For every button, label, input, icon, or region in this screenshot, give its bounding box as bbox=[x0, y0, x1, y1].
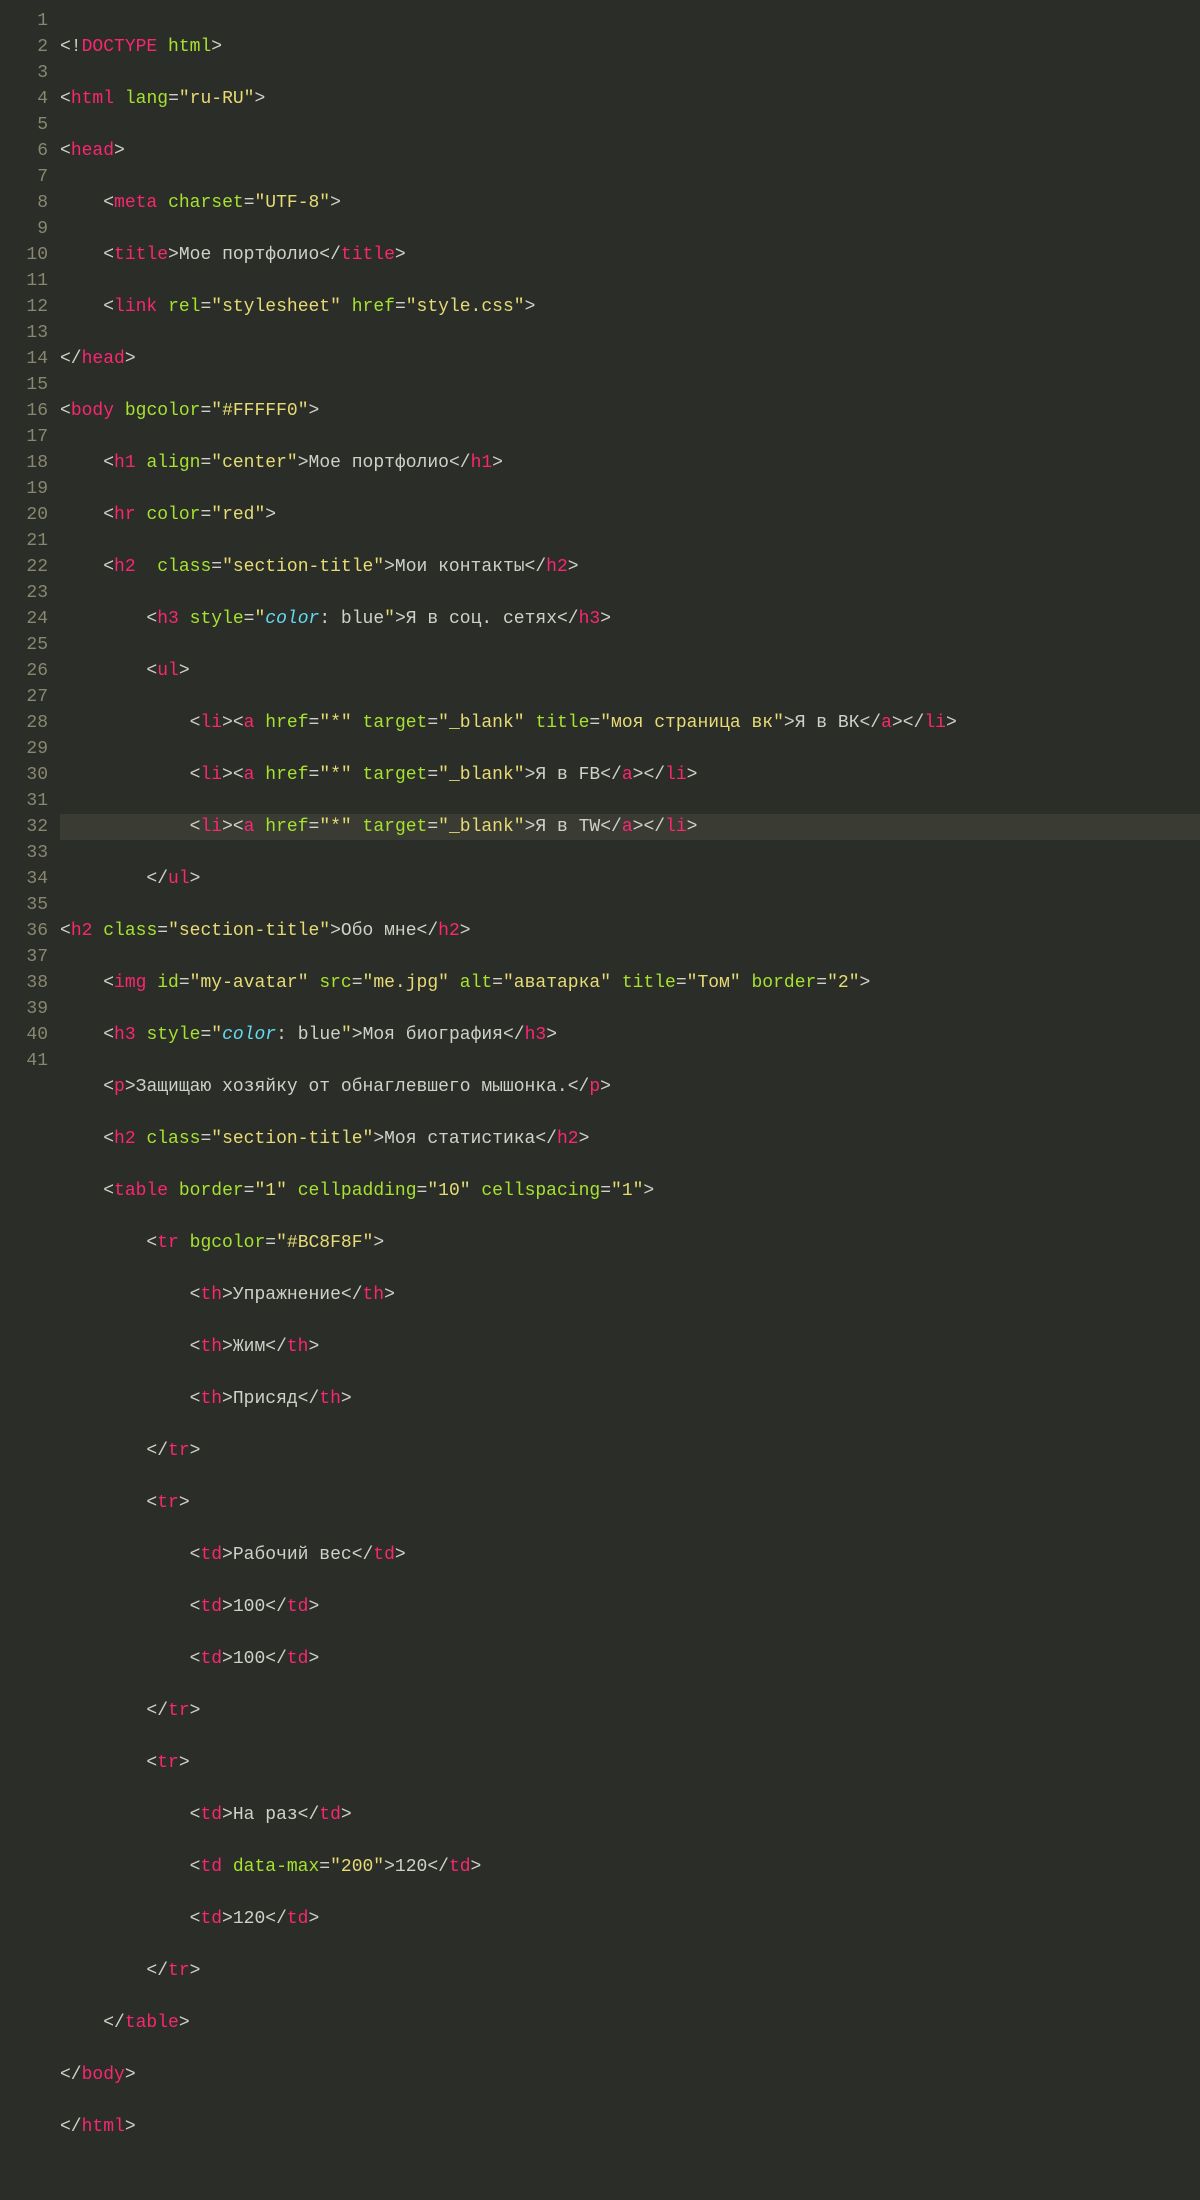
code-line[interactable]: <html lang="ru-RU"> bbox=[60, 86, 1200, 112]
line-number: 24 bbox=[0, 606, 48, 632]
line-number: 14 bbox=[0, 346, 48, 372]
line-number: 25 bbox=[0, 632, 48, 658]
line-number: 35 bbox=[0, 892, 48, 918]
code-line[interactable]: <meta charset="UTF-8"> bbox=[60, 190, 1200, 216]
code-line[interactable]: <li><a href="*" target="_blank">Я в FB</… bbox=[60, 762, 1200, 788]
line-number: 21 bbox=[0, 528, 48, 554]
line-number: 1 bbox=[0, 8, 48, 34]
code-line[interactable]: <tr bgcolor="#BC8F8F"> bbox=[60, 1230, 1200, 1256]
line-number: 38 bbox=[0, 970, 48, 996]
code-line[interactable]: <p>Защищаю хозяйку от обнаглевшего мышон… bbox=[60, 1074, 1200, 1100]
code-line[interactable]: <head> bbox=[60, 138, 1200, 164]
line-number: 6 bbox=[0, 138, 48, 164]
line-number: 22 bbox=[0, 554, 48, 580]
code-line[interactable]: <td>Рабочий вес</td> bbox=[60, 1542, 1200, 1568]
code-area[interactable]: <!DOCTYPE html> <html lang="ru-RU"> <hea… bbox=[56, 0, 1200, 2200]
line-number: 18 bbox=[0, 450, 48, 476]
line-number: 13 bbox=[0, 320, 48, 346]
line-number: 41 bbox=[0, 1048, 48, 1074]
code-line[interactable]: <th>Жим</th> bbox=[60, 1334, 1200, 1360]
code-line[interactable]: <!DOCTYPE html> bbox=[60, 34, 1200, 60]
line-number: 15 bbox=[0, 372, 48, 398]
line-number: 26 bbox=[0, 658, 48, 684]
code-line[interactable]: <table border="1" cellpadding="10" cells… bbox=[60, 1178, 1200, 1204]
code-line[interactable]: <td data-max="200">120</td> bbox=[60, 1854, 1200, 1880]
code-line[interactable]: <ul> bbox=[60, 658, 1200, 684]
line-number: 23 bbox=[0, 580, 48, 606]
line-number: 10 bbox=[0, 242, 48, 268]
code-line[interactable]: <td>120</td> bbox=[60, 1906, 1200, 1932]
line-number: 34 bbox=[0, 866, 48, 892]
line-number: 40 bbox=[0, 1022, 48, 1048]
code-line[interactable]: <h1 align="center">Мое портфолио</h1> bbox=[60, 450, 1200, 476]
code-line[interactable]: <th>Присяд</th> bbox=[60, 1386, 1200, 1412]
line-number: 39 bbox=[0, 996, 48, 1022]
code-line[interactable]: <h2 class="section-title">Моя статистика… bbox=[60, 1126, 1200, 1152]
code-line[interactable]: </html> bbox=[60, 2114, 1200, 2140]
line-number: 28 bbox=[0, 710, 48, 736]
code-line[interactable]: <td>На раз</td> bbox=[60, 1802, 1200, 1828]
line-number: 29 bbox=[0, 736, 48, 762]
line-number: 16 bbox=[0, 398, 48, 424]
line-number: 37 bbox=[0, 944, 48, 970]
code-line[interactable]: <body bgcolor="#FFFFF0"> bbox=[60, 398, 1200, 424]
line-number: 2 bbox=[0, 34, 48, 60]
code-line[interactable]: <h3 style="color: blue">Моя биография</h… bbox=[60, 1022, 1200, 1048]
line-number: 4 bbox=[0, 86, 48, 112]
code-line[interactable]: </tr> bbox=[60, 1958, 1200, 1984]
line-number: 31 bbox=[0, 788, 48, 814]
code-line[interactable]: <link rel="stylesheet" href="style.css"> bbox=[60, 294, 1200, 320]
code-line[interactable]: <td>100</td> bbox=[60, 1594, 1200, 1620]
line-number: 7 bbox=[0, 164, 48, 190]
line-number: 17 bbox=[0, 424, 48, 450]
code-line[interactable]: <h3 style="color: blue">Я в соц. сетях</… bbox=[60, 606, 1200, 632]
code-line[interactable]: </tr> bbox=[60, 1438, 1200, 1464]
code-line[interactable]: </head> bbox=[60, 346, 1200, 372]
code-line[interactable]: <tr> bbox=[60, 1490, 1200, 1516]
code-line[interactable]: <td>100</td> bbox=[60, 1646, 1200, 1672]
line-number: 8 bbox=[0, 190, 48, 216]
line-number: 27 bbox=[0, 684, 48, 710]
code-line[interactable]: <th>Упражнение</th> bbox=[60, 1282, 1200, 1308]
code-line[interactable]: </ul> bbox=[60, 866, 1200, 892]
code-line[interactable]: <img id="my-avatar" src="me.jpg" alt="ав… bbox=[60, 970, 1200, 996]
code-editor: 1 2 3 4 5 6 7 8 9 10 11 12 13 14 15 16 1… bbox=[0, 0, 1200, 2200]
code-line[interactable]: </table> bbox=[60, 2010, 1200, 2036]
line-number: 33 bbox=[0, 840, 48, 866]
line-number: 19 bbox=[0, 476, 48, 502]
line-number: 32 bbox=[0, 814, 48, 840]
code-line[interactable]: <h2 class="section-title">Мои контакты</… bbox=[60, 554, 1200, 580]
line-number: 5 bbox=[0, 112, 48, 138]
code-line-highlighted[interactable]: <li><a href="*" target="_blank">Я в TW</… bbox=[60, 814, 1200, 840]
line-number: 30 bbox=[0, 762, 48, 788]
line-number: 3 bbox=[0, 60, 48, 86]
line-number: 12 bbox=[0, 294, 48, 320]
code-line[interactable]: <title>Мое портфолио</title> bbox=[60, 242, 1200, 268]
line-number: 20 bbox=[0, 502, 48, 528]
line-number: 36 bbox=[0, 918, 48, 944]
line-number: 11 bbox=[0, 268, 48, 294]
line-number-gutter: 1 2 3 4 5 6 7 8 9 10 11 12 13 14 15 16 1… bbox=[0, 0, 56, 2200]
code-line[interactable]: <tr> bbox=[60, 1750, 1200, 1776]
line-number: 9 bbox=[0, 216, 48, 242]
code-line[interactable]: </tr> bbox=[60, 1698, 1200, 1724]
code-line[interactable]: </body> bbox=[60, 2062, 1200, 2088]
code-line[interactable]: <hr color="red"> bbox=[60, 502, 1200, 528]
code-line[interactable]: <h2 class="section-title">Обо мне</h2> bbox=[60, 918, 1200, 944]
code-line[interactable]: <li><a href="*" target="_blank" title="м… bbox=[60, 710, 1200, 736]
